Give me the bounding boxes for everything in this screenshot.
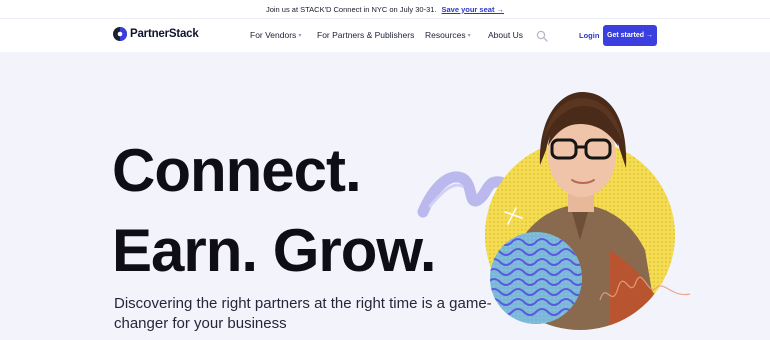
- nav-item-label: About Us: [488, 30, 523, 40]
- purple-wave-pattern: [490, 232, 582, 324]
- headline-line-2: Earn. Grow.: [112, 217, 437, 284]
- nav-for-partners[interactable]: For Partners & Publishers: [317, 30, 414, 40]
- nav-for-vendors[interactable]: For Vendors ▾: [250, 30, 301, 40]
- lavender-brush-stroke: [417, 171, 528, 218]
- announcement-text: Join us at STACK'D Connect in NYC on Jul…: [265, 4, 437, 14]
- hair: [539, 92, 627, 168]
- top-nav: PartnerStack For Vendors ▾ For Partners …: [0, 18, 770, 52]
- nav-resources[interactable]: Resources ▾: [425, 30, 471, 40]
- partnerstack-logo-icon: [113, 27, 127, 41]
- nav-item-label: Resources: [425, 30, 466, 40]
- chevron-down-icon: ▾: [298, 32, 302, 39]
- hero-subtitle: Discovering the right partners at the ri…: [114, 295, 492, 332]
- nav-item-label: For Partners & Publishers: [317, 30, 415, 40]
- search-icon[interactable]: [536, 30, 548, 42]
- logo[interactable]: PartnerStack: [113, 27, 199, 41]
- person-photo: [505, 205, 675, 330]
- glasses: [550, 138, 612, 160]
- squiggle-line: [599, 276, 691, 301]
- teal-circle: [490, 232, 582, 324]
- chevron-down-icon: ▾: [467, 32, 471, 39]
- login-link[interactable]: Login: [579, 31, 599, 40]
- yellow-circle: [485, 140, 675, 330]
- brand-name: PartnerStack: [130, 28, 199, 40]
- nav-about-us[interactable]: About Us: [488, 30, 523, 40]
- announcement-bar: Join us at STACK'D Connect in NYC on Jul…: [0, 0, 770, 18]
- get-started-button[interactable]: Get started →: [603, 25, 657, 46]
- headline-line-1: Connect.: [112, 137, 362, 204]
- face: [548, 113, 616, 197]
- nav-item-label: For Vendors: [250, 30, 297, 40]
- white-sketch-line: [504, 207, 523, 225]
- save-seat-link[interactable]: Save your seat →: [442, 5, 505, 14]
